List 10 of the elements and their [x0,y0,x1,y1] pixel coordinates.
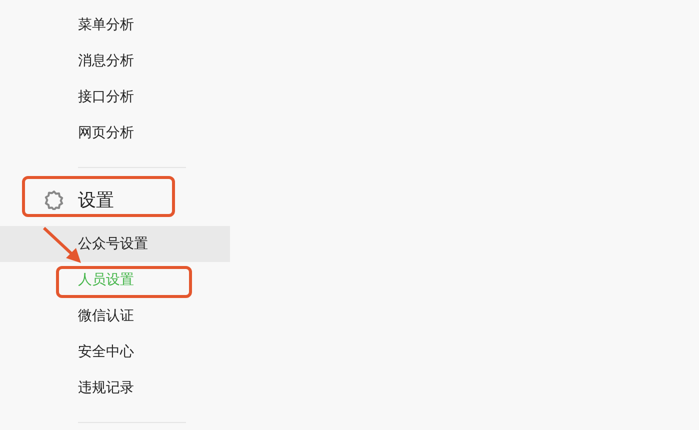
menu-item[interactable]: 网页分析 [0,115,230,151]
menu-item[interactable]: 菜单分析 [0,7,230,43]
menu-item[interactable]: 违规记录 [0,370,230,406]
menu-item[interactable]: 公众号设置 [0,226,230,262]
menu-item[interactable]: 安全中心 [0,334,230,370]
gear-icon [44,190,64,210]
menu-item[interactable]: 微信认证 [0,298,230,334]
menu-item[interactable]: 消息分析 [0,43,230,79]
section-title[interactable]: 设置 [78,186,114,214]
menu-item[interactable]: 接口分析 [0,79,230,115]
